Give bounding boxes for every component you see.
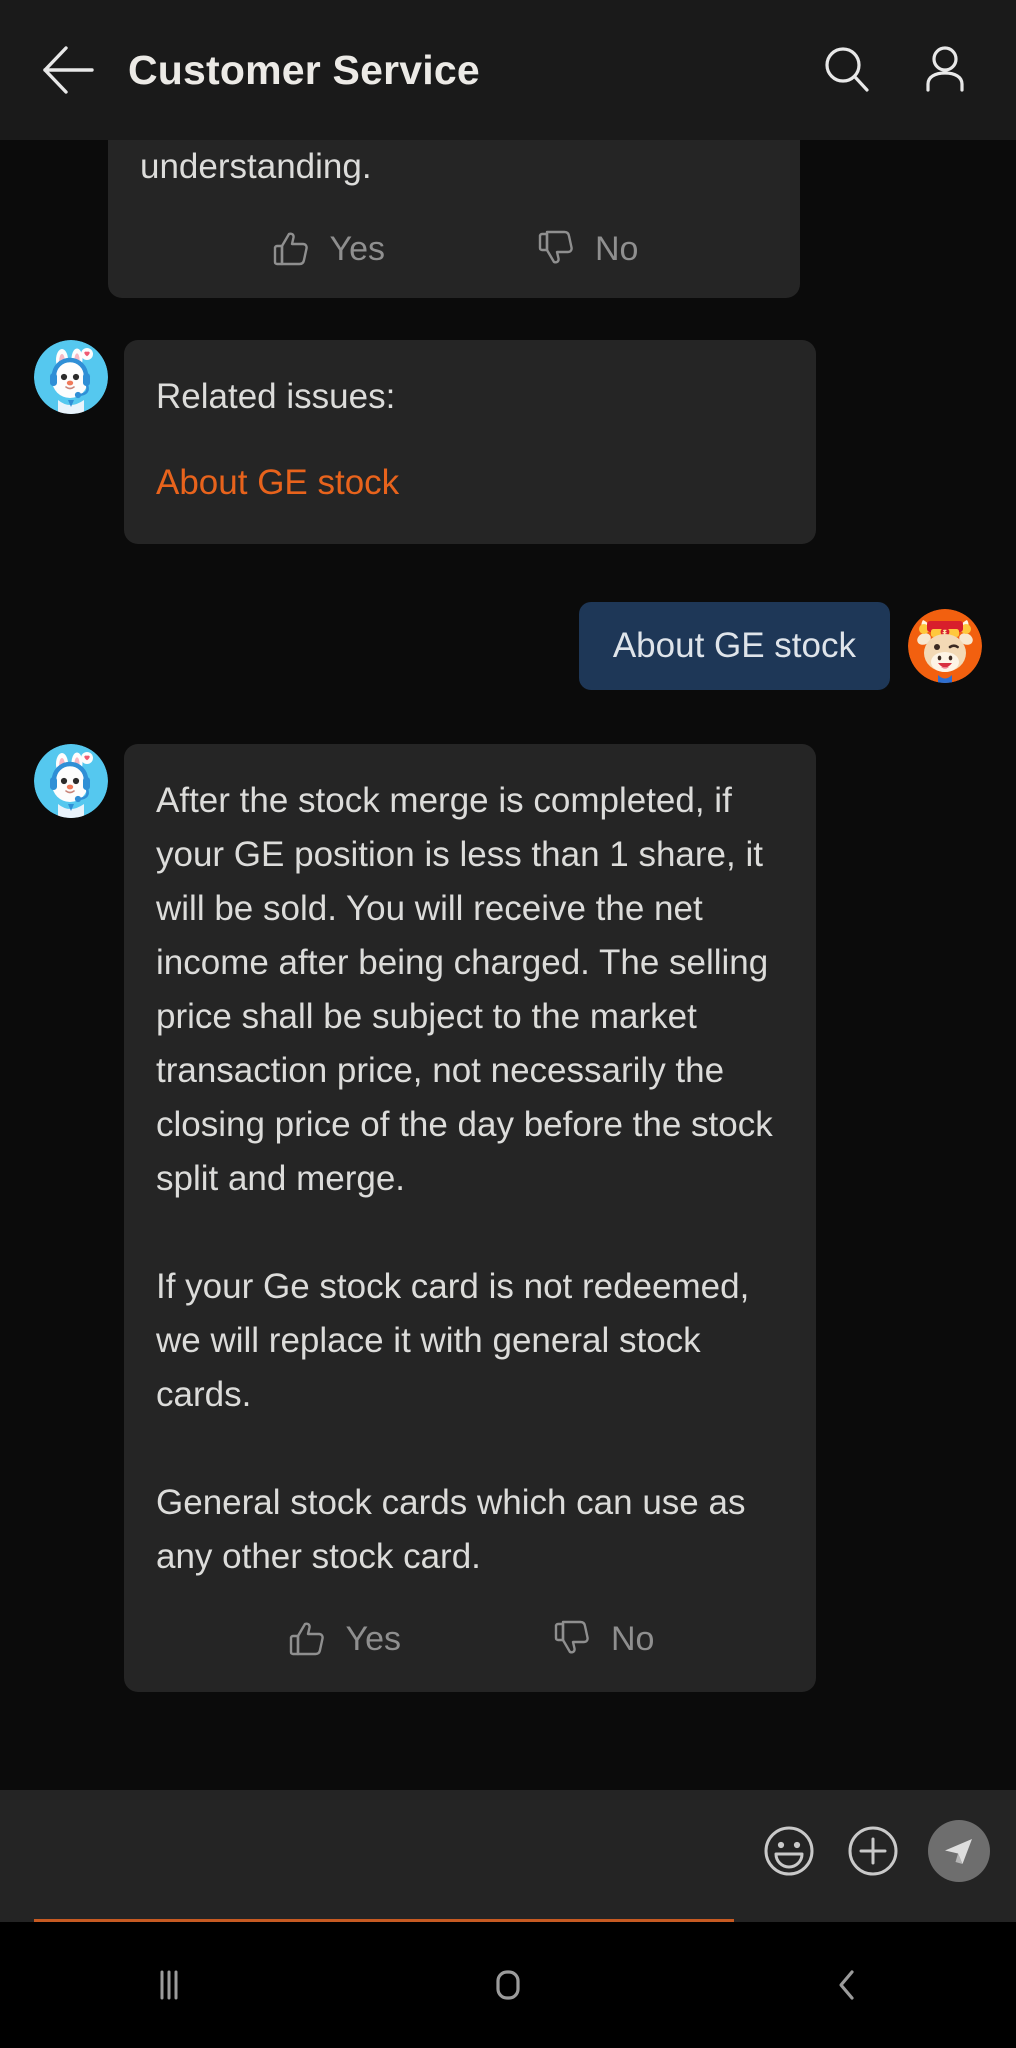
feedback-yes-button[interactable]: Yes <box>286 1618 401 1660</box>
bot-answer-paragraph-3: General stock cards which can use as any… <box>156 1483 756 1576</box>
bot-message-bubble: Related issues: About GE stock <box>124 340 816 544</box>
thumbs-up-icon <box>273 232 308 266</box>
message-input-wrapper <box>34 1790 734 1922</box>
bot-answer-paragraph-1: After the stock merge is completed, if y… <box>156 781 783 1198</box>
feedback-no-button[interactable]: No <box>551 1618 654 1660</box>
search-icon[interactable] <box>810 33 884 107</box>
chat-row-user-message: About GE stock <box>34 602 982 690</box>
app-header: Customer Service <box>0 0 1016 140</box>
thumbs-down-icon <box>554 1620 589 1654</box>
chat-row-clipped: understanding. Yes No <box>34 140 982 298</box>
message-input[interactable] <box>34 1862 734 1922</box>
cow-user-avatar[interactable] <box>908 609 982 683</box>
bunny-support-avatar <box>34 340 108 414</box>
feedback-no-label: No <box>611 1620 655 1658</box>
feedback-row: Yes No <box>140 228 768 276</box>
bot-message-bubble: After the stock merge is completed, if y… <box>124 744 816 1692</box>
feedback-row: Yes No <box>156 1618 784 1666</box>
input-action-group <box>760 1820 990 1882</box>
recents-icon[interactable] <box>94 1922 244 2048</box>
user-message-bubble: About GE stock <box>578 602 890 690</box>
feedback-no-button[interactable]: No <box>535 228 638 270</box>
smiley-icon[interactable] <box>760 1822 818 1880</box>
thumbs-down-icon <box>538 230 573 264</box>
person-icon[interactable] <box>908 33 982 107</box>
thumbs-up-icon <box>289 1622 324 1656</box>
bunny-support-avatar <box>34 744 108 818</box>
chat-row-bot-answer: After the stock merge is completed, if y… <box>34 744 982 1692</box>
feedback-no-label: No <box>595 230 639 268</box>
message-input-bar <box>0 1790 1016 1922</box>
home-icon[interactable] <box>433 1922 583 2048</box>
back-arrow-icon[interactable] <box>34 35 104 105</box>
bot-answer-paragraph-2: If your Ge stock card is not redeemed, w… <box>156 1267 760 1414</box>
feedback-yes-button[interactable]: Yes <box>270 228 385 270</box>
bot-message-text: understanding. <box>140 147 372 186</box>
back-chevron-icon[interactable] <box>772 1922 922 2048</box>
bot-message-text: Related issues: <box>156 377 396 416</box>
related-issue-link[interactable]: About GE stock <box>156 456 784 510</box>
plus-icon[interactable] <box>844 1822 902 1880</box>
system-navigation-bar <box>0 1922 1016 2048</box>
send-icon[interactable] <box>928 1820 990 1882</box>
bot-message-bubble: understanding. Yes No <box>108 140 800 298</box>
chat-message-list[interactable]: understanding. Yes No Related issues: Ab… <box>0 140 1016 1790</box>
feedback-yes-label: Yes <box>345 1620 401 1658</box>
customer-service-chat-screen: Customer Service understanding. Yes No R… <box>0 0 1016 2048</box>
page-title: Customer Service <box>128 46 480 93</box>
chat-row-related-issues: Related issues: About GE stock <box>34 340 982 544</box>
feedback-yes-label: Yes <box>329 230 385 268</box>
